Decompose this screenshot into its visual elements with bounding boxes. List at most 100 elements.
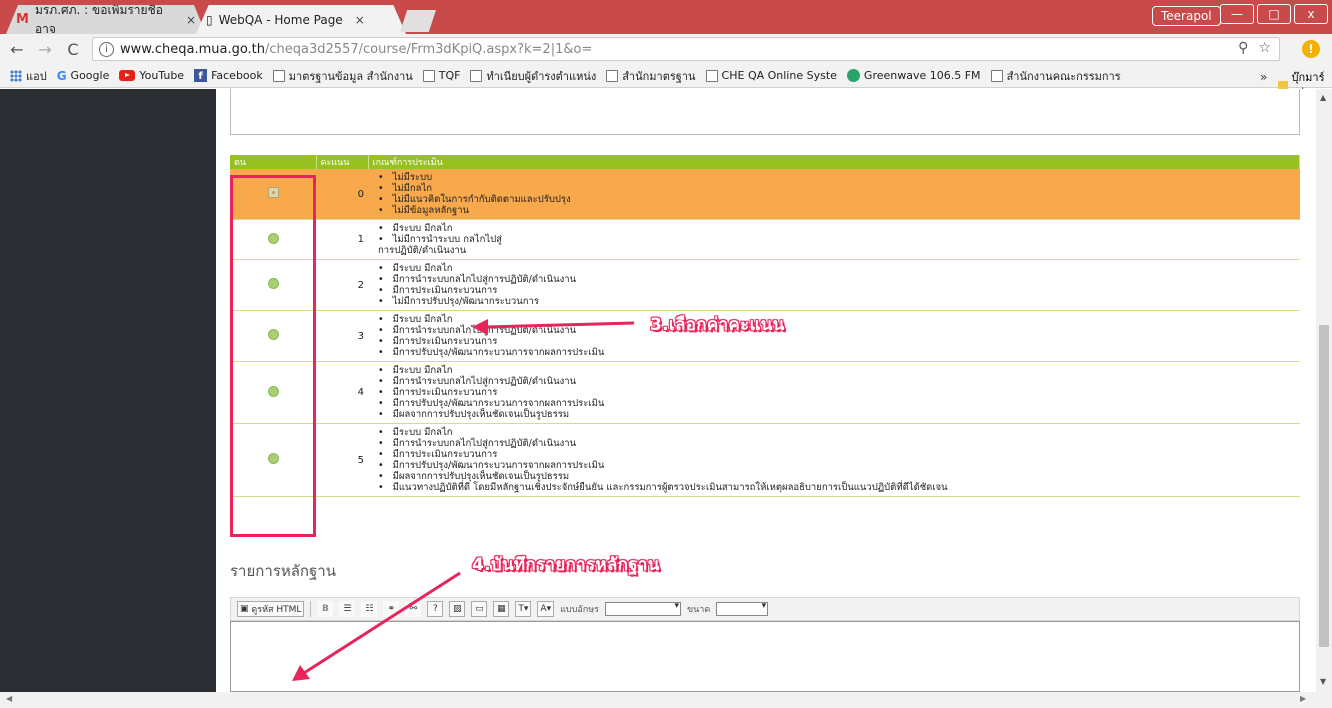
- page-icon: [470, 69, 483, 82]
- score-radio-cell: [230, 219, 316, 260]
- bookmark-data-standard[interactable]: มาตรฐานข้อมูล สำนักงาน: [272, 67, 413, 85]
- bookmarks-bar: แอป G Google YouTube f Facebook มาตรฐานข้อ…: [0, 64, 1332, 88]
- page-icon: [705, 69, 718, 82]
- minimize-button[interactable]: —: [1220, 4, 1254, 24]
- criteria-item: มีระบบ มีกลไก: [378, 365, 1300, 376]
- column-header-select: ตน: [230, 155, 317, 169]
- font-select[interactable]: [604, 601, 681, 616]
- score-radio-cell: [230, 310, 316, 362]
- bookmark-greenwave[interactable]: Greenwave 106.5 FM: [846, 69, 981, 82]
- criteria-item: ไม่มีข้อมูลหลักฐาน: [378, 205, 1300, 216]
- table-icon[interactable]: ▭: [471, 601, 488, 617]
- bullet-list-icon[interactable]: ☷: [361, 601, 378, 617]
- criteria-item: มีระบบ มีกลไก: [378, 223, 1300, 234]
- forward-arrow-icon[interactable]: →: [34, 40, 56, 59]
- score-radio-button[interactable]: [267, 385, 279, 397]
- profile-button[interactable]: Teerapol: [1152, 6, 1221, 26]
- url-host: www.cheqa.mua.go.th: [120, 41, 266, 57]
- criteria-item: มีระบบ มีกลไก: [378, 314, 1300, 325]
- criteria-item: มีการประเมินกระบวนการ: [378, 449, 1300, 460]
- unlink-icon[interactable]: ⚯: [405, 601, 422, 617]
- grid-icon[interactable]: ▦: [493, 601, 510, 617]
- url-path: /cheqa3d2557/course/Frm3dKpiQ.aspx?k=2|1…: [265, 41, 593, 57]
- page-viewport: ตน คะแนน เกณฑ์การประเมิน 0ไม่มีระบบไม่มี…: [0, 89, 1316, 692]
- maximize-button[interactable]: □: [1257, 4, 1291, 24]
- score-value: 2: [316, 259, 368, 311]
- scroll-right-arrow-icon[interactable]: ▶: [1300, 694, 1306, 703]
- address-bar[interactable]: i www.cheqa.mua.go.th/cheqa3d2557/course…: [92, 37, 1280, 61]
- info-icon[interactable]: i: [99, 41, 114, 57]
- bookmark-commission[interactable]: สำนักงานคณะกรรมการ: [990, 67, 1121, 85]
- table-row[interactable]: 2มีระบบ มีกลไกมีการนำระบบกลไกไปสู่การปฏิ…: [230, 259, 1300, 311]
- tab-close-icon[interactable]: ×: [355, 13, 365, 27]
- extension-icon[interactable]: !: [1302, 40, 1320, 58]
- bookmark-standards-office[interactable]: สำนักมาตรฐาน: [606, 67, 696, 85]
- score-value: 4: [316, 361, 368, 424]
- score-radio-button[interactable]: [267, 187, 279, 198]
- score-radio-button[interactable]: [267, 329, 279, 340]
- bookmarks-more-button[interactable]: »: [1260, 70, 1267, 84]
- horizontal-scrollbar[interactable]: ◀ ▶: [0, 692, 1332, 708]
- size-select[interactable]: [716, 601, 769, 616]
- evidence-textarea[interactable]: [230, 621, 1300, 692]
- back-arrow-icon[interactable]: ←: [6, 40, 28, 59]
- bookmark-google[interactable]: G Google: [57, 69, 110, 83]
- highlight-color-icon[interactable]: A▾: [537, 601, 555, 617]
- tab-gmail[interactable]: M มรภ.ศภ. : ขอเพิ่มรายชื่ออาจ ×: [6, 5, 206, 34]
- apps-grid-icon: [10, 69, 22, 82]
- criteria-cell: มีระบบ มีกลไกมีการนำระบบกลไกไปสู่การปฏิบ…: [368, 259, 1300, 311]
- scroll-down-arrow-icon[interactable]: ▼: [1320, 677, 1326, 686]
- tab-webqa[interactable]: ▯ WebQA - Home Page ×: [196, 5, 406, 34]
- image-icon[interactable]: ▨: [449, 601, 466, 617]
- help-icon[interactable]: ?: [427, 601, 444, 617]
- view-html-button[interactable]: ▣ ดูรหัส HTML: [237, 601, 305, 617]
- html-icon: ▣: [240, 604, 249, 614]
- greenwave-icon: [846, 69, 860, 82]
- vertical-scrollbar[interactable]: ▲ ▼: [1316, 89, 1332, 692]
- tab-close-icon[interactable]: ×: [186, 13, 196, 27]
- criteria-item: มีแนวทางปฏิบัติที่ดี โดยมีหลักฐานเชิงประ…: [378, 482, 1300, 493]
- criteria-continuation: การปฏิบัติ/ดำเนินงาน: [378, 245, 467, 256]
- editor-toolbar: ▣ ดูรหัส HTML B ☰ ☷ ⚭ ⚯ ? ▨ ▭ ▦ T▾ A▾ แบ…: [230, 597, 1300, 621]
- bookmark-facebook[interactable]: f Facebook: [194, 69, 263, 82]
- criteria-item: มีการนำระบบกลไกไปสู่การปฏิบัติ/ดำเนินงาน: [378, 376, 1300, 387]
- reload-icon[interactable]: C: [62, 40, 84, 59]
- google-icon: G: [56, 68, 67, 83]
- criteria-cell: มีระบบ มีกลไกไม่มีการนำระบบ กลไกไปสู่การ…: [368, 219, 1300, 260]
- link-icon[interactable]: ⚭: [383, 601, 400, 617]
- bookmark-apps[interactable]: แอป: [10, 67, 47, 85]
- bookmark-cheqa[interactable]: CHE QA Online Syste: [705, 69, 837, 82]
- numbered-list-icon[interactable]: ☰: [339, 601, 356, 617]
- table-row[interactable]: 4 มีระบบ มีกลไกมีการนำระบบกลไกไปสู่การปฏิ…: [230, 361, 1300, 424]
- score-radio-button[interactable]: [267, 453, 279, 464]
- bookmark-youtube[interactable]: YouTube: [119, 69, 184, 82]
- criteria-item: ไม่มีระบบ: [378, 172, 1300, 183]
- criteria-list: มีระบบ มีกลไกมีการนำระบบกลไกไปสู่การปฏิบ…: [378, 314, 1300, 358]
- score-radio-button[interactable]: [267, 278, 279, 289]
- star-icon[interactable]: ☆: [1258, 40, 1271, 56]
- bold-button[interactable]: B: [317, 601, 334, 617]
- score-radio-button[interactable]: [267, 232, 279, 244]
- scroll-up-arrow-icon[interactable]: ▲: [1320, 93, 1326, 102]
- previous-textarea[interactable]: [230, 89, 1300, 135]
- criteria-item: มีการปรับปรุง/พัฒนากระบวนการจากผลการประเ…: [378, 398, 1300, 409]
- close-window-button[interactable]: x: [1294, 4, 1328, 24]
- score-value: 5: [316, 423, 368, 497]
- bookmark-directory[interactable]: ทำเนียบผู้ดำรงตำแหน่ง: [470, 67, 596, 85]
- score-value: 3: [316, 310, 368, 362]
- criteria-item: มีผลจากการปรับปรุงเห็นชัดเจนเป็นรูปธรรม: [378, 471, 1300, 482]
- table-row[interactable]: 1มีระบบ มีกลไกไม่มีการนำระบบ กลไกไปสู่กา…: [230, 219, 1300, 260]
- scroll-left-arrow-icon[interactable]: ◀: [6, 694, 12, 703]
- table-row[interactable]: 0ไม่มีระบบไม่มีกลไกไม่มีแนวคิดในการกำกับ…: [230, 169, 1300, 220]
- criteria-item: มีการปรับปรุง/พัฒนากระบวนการจากผลการประเ…: [378, 347, 1300, 358]
- criteria-list: ไม่มีระบบไม่มีกลไกไม่มีแนวคิดในการกำกับต…: [378, 172, 1300, 216]
- zoom-icon[interactable]: ⚲: [1238, 40, 1248, 56]
- new-tab-button[interactable]: [400, 10, 436, 32]
- score-value: 0: [316, 169, 368, 220]
- table-row[interactable]: 5มีระบบ มีกลไกมีการนำระบบกลไกไปสู่การปฏิ…: [230, 423, 1300, 497]
- text-color-icon[interactable]: T▾: [515, 601, 532, 617]
- sidebar: [0, 89, 216, 692]
- bookmark-tqf[interactable]: TQF: [422, 69, 460, 82]
- page-icon: [422, 69, 435, 82]
- scrollbar-thumb[interactable]: [1319, 325, 1329, 647]
